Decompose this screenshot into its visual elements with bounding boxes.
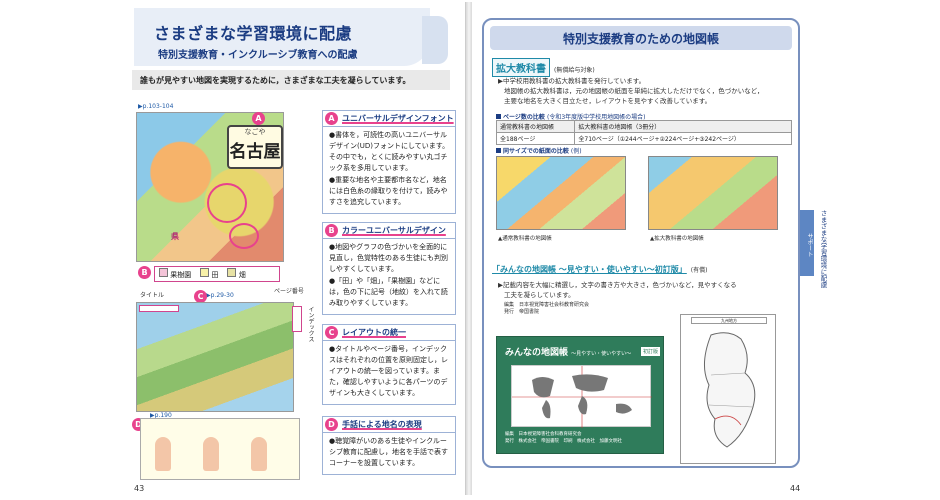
right-page: 特別支援教育のための地図帳 拡大教科書 (無償給与対象) ▶中学校用教科書の拡大教… <box>472 2 814 495</box>
title-bar-highlight <box>139 305 179 312</box>
sec2-line: 工夫を凝らしています。 <box>504 291 575 299</box>
city-label-nagoya: なごや 名古屋 <box>227 125 283 169</box>
page-number-left: 43 <box>134 484 145 493</box>
left-header: さまざまな学習環境に配慮 特別支援教育・インクルーシブ教育への配慮 <box>134 8 448 66</box>
page-title: さまざまな学習環境に配慮 <box>154 24 353 43</box>
feature-title: カラーユニバーサルデザイン <box>342 226 446 235</box>
right-title: 特別支援教育のための地図帳 <box>490 26 792 50</box>
marker-b: B <box>138 266 151 279</box>
ken-label: 県 <box>171 232 179 241</box>
header-tab <box>422 16 448 64</box>
feature-title: レイアウトの統一 <box>342 328 406 337</box>
caption-normal: ▲通常教科書の地図帳 <box>498 236 552 242</box>
feature-box-b: B カラーユニバーサルデザイン ●地図やグラフの色づかいを全面的に見直し，色覚特性… <box>322 222 456 315</box>
map-legend: 果樹園 田 畑 <box>154 266 280 282</box>
sec1-line: 地図帳の拡大教科書は，元の地図帳の紙面を単純に拡大しただけでなく，色づかいなど， <box>504 87 764 95</box>
credit-line: 編集 日本視覚障害社会科教育研究会 <box>504 302 590 308</box>
sign-language-illustration <box>140 418 300 480</box>
person-figure <box>203 437 219 471</box>
section-large-print: 拡大教科書 (無償給与対象) <box>492 58 595 77</box>
kyushu-header: 九州地方 <box>691 317 767 324</box>
feature-title: ユニバーサルデザインフォント <box>342 114 454 123</box>
kyushu-map-sample: 九州地方 <box>680 314 776 464</box>
map-layout-sample <box>136 302 294 412</box>
left-page: さまざまな学習環境に配慮 特別支援教育・インクルーシブ教育への配慮 誰もが見やす… <box>126 2 466 495</box>
feature-title: 手話による地名の表現 <box>342 420 422 429</box>
feature-text: ●タイトルやページ番号，インデックスはそれぞれの位置を原則固定し，レイアウトの統… <box>329 345 448 397</box>
feature-box-d: D 手話による地名の表現 ●聴覚障がいのある生徒やインクルーシブ教育に配慮し，地名… <box>322 416 456 475</box>
page-ref-a: ▶p.103-104 <box>138 103 174 110</box>
sec1-line: ▶中学校用教科書の拡大教科書を発行しています。 <box>498 77 646 85</box>
feature-text: ●重要な地名や主要都市名など，地名には白色糸の縁取りを付けて，読みやすさを追究し… <box>329 176 448 206</box>
label-title: タイトル <box>140 292 165 299</box>
index-tab-highlight <box>292 306 302 332</box>
kyushu-outline <box>704 332 756 448</box>
same-size-heading: 同サイズでの紙面の比較 (例) <box>496 146 582 155</box>
page-ref-c: ▶p.29-30 <box>206 292 234 299</box>
feature-text: ●聴覚障がいのある生徒やインクルーシブ教育に配慮し，地名を手話で表すコーナーを設… <box>329 437 448 467</box>
swatch-orchard <box>159 268 168 277</box>
page-count-table: 通常教科書の地図帳 拡大教科書の地図帳（3冊分） 全188ページ 全710ページ（①… <box>495 120 792 145</box>
minna-atlas-cover: みんなの地図帳 ～見やすい・使いやすい～ 初訂版 編集 日本視覚障害社会科教育研… <box>496 336 664 454</box>
swatch-rice-field <box>200 268 210 277</box>
feature-box-a: A ユニバーサルデザインフォント ●書体を，可読性の高いユニバーサルデザイン(UD… <box>322 110 456 214</box>
normal-atlas-sample <box>496 156 626 230</box>
page-number-right: 44 <box>790 484 801 493</box>
feature-box-c: C レイアウトの統一 ●タイトルやページ番号，インデックスはそれぞれの位置を原則固… <box>322 324 456 405</box>
cover-title: みんなの地図帳 ～見やすい・使いやすい～ <box>505 348 632 358</box>
side-section-label: さまざまな学習環境に配慮 <box>819 210 827 288</box>
right-frame: 特別支援教育のための地図帳 拡大教科書 (無償給与対象) ▶中学校用教科書の拡大教… <box>482 18 800 468</box>
swatch-field <box>227 268 237 277</box>
person-figure <box>155 437 171 471</box>
marker-a: A <box>252 112 265 125</box>
cover-publisher: 編集 日本視覚障害社会科教育研究会 発行 株式会社 帝国書院 印刷 株式会社 加藤… <box>505 432 622 444</box>
page-subtitle: 特別支援教育・インクルーシブ教育への配慮 <box>158 50 358 61</box>
sec2-line: ▶記載内容を大幅に精選し，文字の書き方や大きさ，色づかいなど，見やすくなる <box>498 281 737 289</box>
sec1-line: 主要な地名を大きく目立たせ，レイアウトを見やすく改善しています。 <box>504 97 712 105</box>
highlight-circle <box>229 223 259 249</box>
feature-text: ●「田」や「畑」，「果樹園」などには，色の下に記号（地紋）を入れて読み取りやすく… <box>329 277 448 307</box>
book-spread: さまざまな学習環境に配慮 特別支援教育・インクルーシブ教育への配慮 誰もが見やす… <box>0 0 940 500</box>
highlight-circle <box>207 183 247 223</box>
person-figure <box>251 437 267 471</box>
section-minna: 「みんなの地図帳 ～見やすい・使いやすい～初訂版」 (有償) <box>492 265 708 274</box>
large-atlas-sample <box>648 156 778 230</box>
feature-text: ●書体を，可読性の高いユニバーサルデザイン(UD)フォントにしています。その中で… <box>329 131 450 172</box>
lead-text: 誰もが見やすい地図を実現するために，さまざまな工夫を凝らしています。 <box>132 70 450 90</box>
side-tab-support: サポート <box>800 210 814 276</box>
world-map-shape <box>512 366 652 428</box>
map-nagoya: なごや 名古屋 県 <box>136 112 284 262</box>
caption-large: ▲拡大教科書の地図帳 <box>650 236 704 242</box>
credit-line: 発行 帝国書院 <box>504 309 540 315</box>
feature-text: ●地図やグラフの色づかいを全面的に見直し，色覚特性のある生徒にも判別しやすくして… <box>329 243 448 273</box>
edition-tag: 初訂版 <box>641 347 661 356</box>
world-map <box>511 365 652 428</box>
label-page-number: ページ番号 <box>274 288 304 295</box>
label-index: インデックス <box>307 306 314 342</box>
